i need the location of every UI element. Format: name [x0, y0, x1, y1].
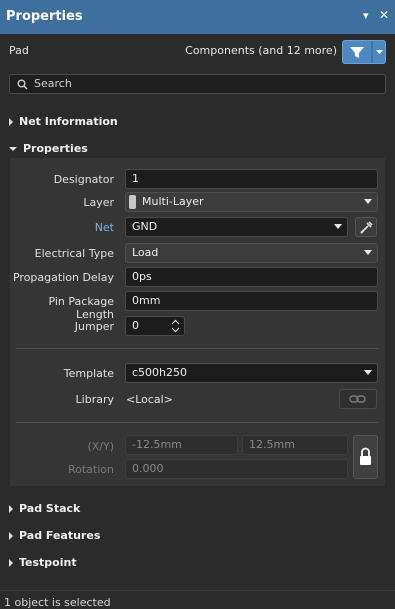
section-net-information[interactable]: Net Information — [9, 115, 118, 128]
expand-icon — [9, 505, 13, 513]
filter-summary[interactable]: Components (and 12 more) — [185, 44, 337, 57]
xy-label: (X/Y) — [87, 440, 114, 453]
net-value: GND — [132, 220, 158, 233]
object-type-label: Pad — [9, 44, 29, 57]
chevron-down-icon — [364, 199, 372, 204]
chevron-down-icon — [364, 250, 372, 255]
jumper-stepper[interactable]: 0 — [125, 316, 185, 336]
link-icon — [349, 395, 366, 403]
template-value: c500h250 — [132, 366, 188, 379]
propagation-delay-field[interactable]: 0ps — [125, 267, 378, 287]
electrical-type-label: Electrical Type — [34, 247, 114, 260]
designator-field[interactable]: 1 — [125, 169, 378, 189]
pin-package-length-label: Pin Package Length — [48, 295, 114, 321]
chevron-down-icon — [364, 370, 372, 375]
y-field: 12.5mm — [242, 435, 348, 455]
search-icon — [17, 79, 28, 90]
library-label: Library — [75, 393, 114, 406]
filter-icon — [350, 41, 383, 63]
close-icon[interactable]: ✕ — [379, 8, 389, 22]
template-select[interactable]: c500h250 — [125, 363, 378, 383]
x-field: -12.5mm — [125, 435, 238, 455]
panel-title: Properties — [6, 9, 83, 24]
section-pad-stack[interactable]: Pad Stack — [9, 502, 80, 515]
library-link-button — [339, 389, 377, 409]
expand-icon — [9, 559, 13, 567]
library-value: <Local> — [126, 393, 173, 406]
layer-select[interactable]: Multi-Layer — [125, 192, 378, 212]
propagation-delay-label: Propagation Delay — [12, 271, 114, 284]
designator-label: Designator — [53, 173, 114, 186]
section-testpoint[interactable]: Testpoint — [9, 556, 77, 569]
rotation-field: 0.000 — [125, 459, 348, 479]
electrical-type-value: Load — [132, 246, 159, 259]
jumper-label: Jumper — [74, 320, 114, 333]
electrical-type-select[interactable]: Load — [125, 243, 378, 263]
section-pad-features[interactable]: Pad Features — [9, 529, 100, 542]
search-placeholder: Search — [34, 77, 72, 90]
lock-button[interactable] — [353, 435, 378, 479]
layer-value: Multi-Layer — [142, 195, 204, 208]
template-label: Template — [63, 367, 114, 380]
rotation-label: Rotation — [67, 463, 114, 476]
net-field[interactable]: GND — [125, 217, 348, 237]
layer-color-swatch — [129, 195, 136, 209]
stepper-arrows-icon[interactable] — [171, 319, 180, 333]
panel-titlebar: Properties ▾ ✕ — [0, 0, 395, 34]
divider — [16, 422, 378, 423]
expand-icon — [9, 532, 13, 540]
status-divider — [0, 590, 395, 591]
layer-label: Layer — [83, 196, 114, 209]
status-text: 1 object is selected — [4, 596, 111, 609]
section-properties[interactable]: Properties — [9, 142, 88, 155]
panel-menu-icon[interactable]: ▾ — [363, 9, 369, 22]
expand-icon — [9, 118, 13, 126]
jumper-value: 0 — [132, 319, 139, 332]
lock-icon — [360, 447, 371, 465]
divider — [16, 348, 378, 349]
eyedropper-icon — [360, 221, 373, 234]
net-label[interactable]: Net — [10, 221, 114, 234]
net-pick-button[interactable] — [355, 217, 377, 237]
filter-button[interactable] — [342, 40, 386, 64]
chevron-down-icon — [334, 224, 342, 229]
collapse-icon — [9, 147, 17, 151]
pin-package-length-field[interactable]: 0mm — [125, 291, 378, 311]
search-input[interactable]: Search — [9, 74, 386, 94]
